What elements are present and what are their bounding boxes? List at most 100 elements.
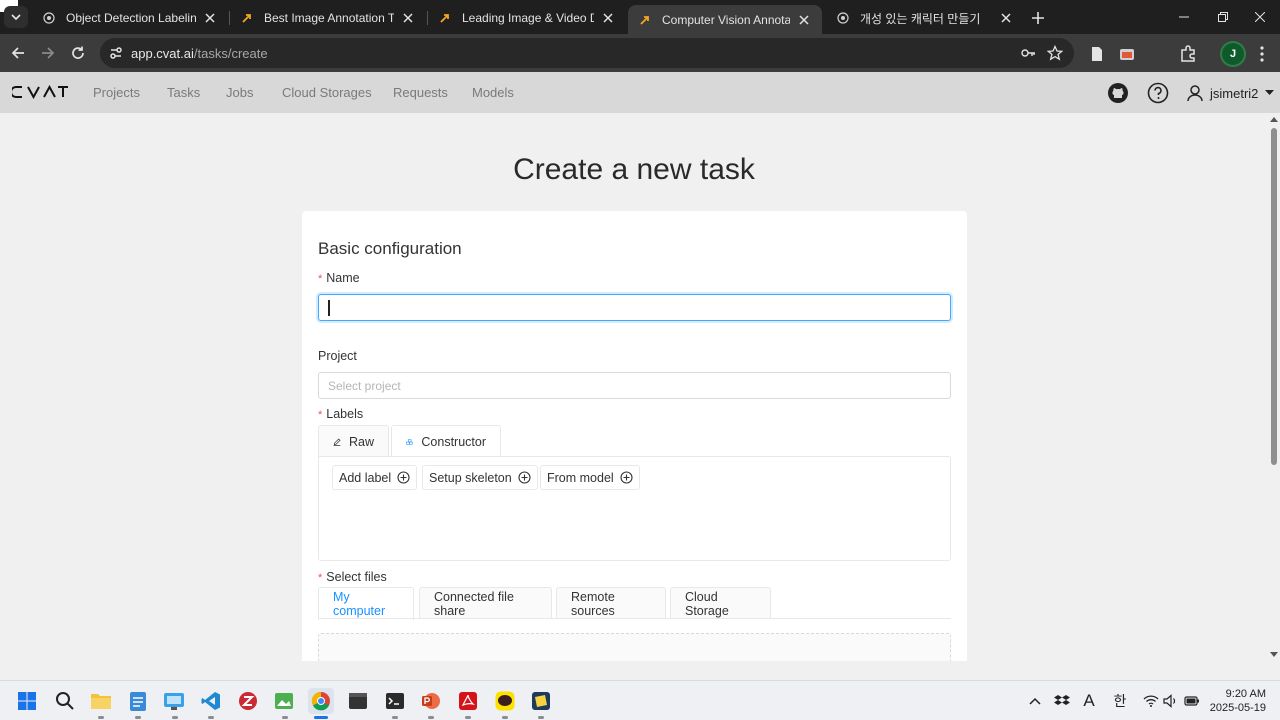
cvat-logo[interactable] bbox=[10, 84, 70, 101]
more-vertical-icon[interactable] bbox=[1254, 44, 1270, 64]
clock-time: 9:20 AM bbox=[1225, 688, 1266, 700]
address-bar[interactable]: app.cvat.ai/tasks/create bbox=[100, 38, 1074, 68]
pdf-reader-icon[interactable] bbox=[455, 688, 481, 714]
new-tab-button[interactable] bbox=[1028, 8, 1048, 28]
running-indicator bbox=[465, 716, 471, 719]
scroll-down-icon[interactable] bbox=[1270, 650, 1278, 658]
nav-tasks[interactable]: Tasks bbox=[167, 85, 200, 100]
ime-indicator[interactable]: 한 bbox=[1111, 692, 1129, 710]
labels-label: * Labels bbox=[318, 407, 363, 421]
select-files-label: * Select files bbox=[318, 570, 387, 584]
image-editor-icon[interactable] bbox=[271, 688, 297, 714]
browser-tab[interactable]: 개성 있는 캐릭터 만들기 bbox=[826, 5, 1024, 31]
font-input-indicator[interactable]: A bbox=[1080, 691, 1098, 710]
globe-icon bbox=[42, 11, 56, 25]
add-label-text: Add label bbox=[339, 470, 392, 485]
caret-down-icon bbox=[1265, 90, 1275, 95]
tab-constructor[interactable]: Constructor bbox=[391, 425, 501, 458]
forward-button[interactable] bbox=[36, 41, 60, 65]
from-model-button[interactable]: From model bbox=[540, 465, 640, 490]
nav-models[interactable]: Models bbox=[472, 85, 514, 100]
nav-projects[interactable]: Projects bbox=[93, 85, 140, 100]
extension-image-icon[interactable] bbox=[1118, 45, 1136, 63]
password-key-icon[interactable] bbox=[1020, 45, 1036, 61]
close-icon[interactable] bbox=[600, 10, 616, 26]
text-caret bbox=[328, 300, 330, 316]
running-indicator bbox=[282, 716, 288, 719]
arrow-logo-icon bbox=[438, 11, 452, 25]
site-settings-icon[interactable] bbox=[108, 45, 124, 61]
running-indicator bbox=[172, 716, 178, 719]
close-window-button[interactable] bbox=[1240, 4, 1280, 30]
wifi-icon[interactable] bbox=[1142, 692, 1160, 710]
taskbar-clock[interactable]: 9:20 AM 2025-05-19 bbox=[1204, 687, 1266, 715]
command-prompt-icon[interactable] bbox=[382, 688, 408, 714]
back-button[interactable] bbox=[6, 41, 30, 65]
minimize-button[interactable] bbox=[1164, 4, 1204, 30]
plus-circle-icon bbox=[518, 471, 531, 484]
plus-circle-icon bbox=[620, 471, 633, 484]
page-scrollbar[interactable] bbox=[1268, 113, 1280, 661]
search-icon[interactable] bbox=[52, 688, 78, 714]
tab-search-button[interactable] bbox=[4, 6, 28, 28]
name-label-text: Name bbox=[326, 271, 360, 285]
powerpoint-icon[interactable] bbox=[418, 688, 444, 714]
project-select[interactable]: Select project bbox=[318, 372, 951, 399]
terminal-icon[interactable] bbox=[345, 688, 371, 714]
browser-tab[interactable]: Leading Image & Video Data A bbox=[428, 5, 626, 31]
help-question-icon[interactable] bbox=[1147, 82, 1169, 104]
file-explorer-icon[interactable] bbox=[88, 688, 114, 714]
tab-cloud-storage[interactable]: Cloud Storage bbox=[670, 587, 771, 619]
battery-icon[interactable] bbox=[1183, 692, 1201, 710]
scroll-up-icon[interactable] bbox=[1270, 116, 1278, 124]
reload-button[interactable] bbox=[66, 41, 90, 65]
page-title: Create a new task bbox=[513, 153, 755, 186]
scroll-thumb[interactable] bbox=[1271, 128, 1277, 465]
chrome-icon[interactable] bbox=[308, 688, 334, 714]
vscode-icon[interactable] bbox=[198, 688, 224, 714]
create-task-page: Create a new task Basic configuration * N… bbox=[0, 113, 1268, 661]
tab-connected-file-share[interactable]: Connected file share bbox=[419, 587, 552, 619]
nav-requests[interactable]: Requests bbox=[393, 85, 448, 100]
sticky-notes-icon[interactable] bbox=[528, 688, 554, 714]
bookmark-star-icon[interactable] bbox=[1047, 45, 1063, 61]
github-icon[interactable] bbox=[1107, 82, 1129, 104]
name-input[interactable] bbox=[318, 294, 951, 321]
close-icon[interactable] bbox=[796, 12, 812, 28]
close-icon[interactable] bbox=[400, 10, 416, 26]
profile-avatar[interactable]: J bbox=[1222, 43, 1244, 65]
extensions-puzzle-icon[interactable] bbox=[1179, 45, 1197, 63]
remote-desktop-icon[interactable] bbox=[161, 688, 187, 714]
volume-icon[interactable] bbox=[1162, 692, 1180, 710]
close-icon[interactable] bbox=[202, 10, 218, 26]
dropbox-icon[interactable] bbox=[1053, 692, 1071, 710]
tab-title: Computer Vision Annotation T bbox=[662, 12, 790, 27]
add-label-button[interactable]: Add label bbox=[332, 465, 418, 490]
tray-overflow-chevron-icon[interactable] bbox=[1026, 692, 1044, 710]
user-menu[interactable]: jsimetri2 bbox=[1186, 83, 1280, 103]
file-dropzone[interactable] bbox=[318, 633, 951, 661]
windows-taskbar: A 한 9:20 AM 2025-05-19 bbox=[0, 680, 1280, 720]
browser-tab-active[interactable]: Computer Vision Annotation T bbox=[628, 5, 822, 34]
arrow-right-icon bbox=[42, 47, 55, 59]
setup-skeleton-button[interactable]: Setup skeleton bbox=[422, 465, 538, 490]
kakaotalk-icon[interactable] bbox=[492, 688, 518, 714]
tab-raw[interactable]: Raw bbox=[318, 425, 389, 457]
tab-my-computer[interactable]: My computer bbox=[318, 587, 414, 620]
browser-tab[interactable]: Best Image Annotation Tools 2 bbox=[230, 5, 426, 31]
windows-start-icon[interactable] bbox=[14, 688, 40, 714]
zotero-icon[interactable] bbox=[235, 688, 261, 714]
notepad-icon[interactable] bbox=[125, 688, 151, 714]
restore-button[interactable] bbox=[1203, 4, 1243, 30]
nav-jobs[interactable]: Jobs bbox=[226, 85, 253, 100]
tab-remote-sources[interactable]: Remote sources bbox=[556, 587, 666, 619]
document-icon[interactable] bbox=[1088, 45, 1106, 63]
browser-tab[interactable]: Object Detection Labeling Too bbox=[32, 5, 228, 31]
close-icon[interactable] bbox=[998, 10, 1014, 26]
running-indicator-active bbox=[314, 716, 328, 719]
tab-title: Leading Image & Video Data A bbox=[462, 11, 594, 25]
nav-cloud-storages[interactable]: Cloud Storages bbox=[282, 85, 372, 100]
url-host: app.cvat.ai bbox=[131, 46, 194, 61]
chevron-down-icon bbox=[11, 14, 21, 21]
clock-date: 2025-05-19 bbox=[1209, 702, 1266, 714]
